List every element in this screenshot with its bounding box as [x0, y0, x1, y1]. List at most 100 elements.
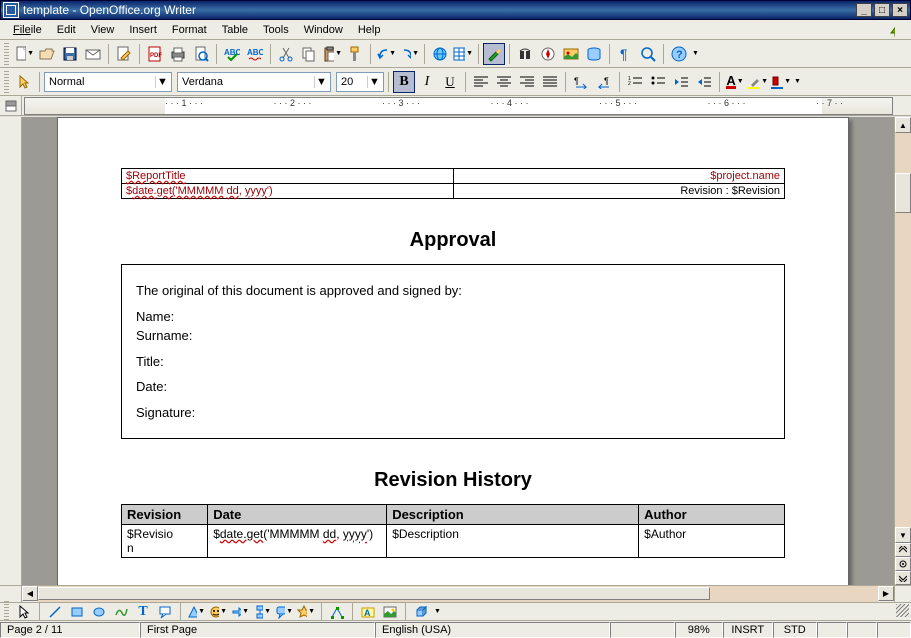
- preview-button[interactable]: [190, 43, 212, 65]
- fontwork-icon[interactable]: A: [358, 604, 378, 620]
- style-combo[interactable]: Normal▼: [44, 72, 172, 92]
- ellipse-tool-icon[interactable]: [89, 604, 109, 620]
- email-button[interactable]: [82, 43, 104, 65]
- toolbar-overflow[interactable]: ▼: [793, 78, 801, 85]
- menu-insert[interactable]: Insert: [122, 22, 164, 38]
- toolbar-overflow[interactable]: ▼: [433, 608, 441, 615]
- underline-button[interactable]: U: [439, 71, 461, 93]
- field-project-name[interactable]: $project.name: [710, 170, 780, 182]
- freeform-tool-icon[interactable]: [111, 604, 131, 620]
- help-button[interactable]: ?: [668, 43, 690, 65]
- font-combo[interactable]: Verdana▼: [177, 72, 331, 92]
- align-left-button[interactable]: [470, 71, 492, 93]
- menu-table[interactable]: Table: [215, 22, 255, 38]
- scroll-up-button[interactable]: ▲: [895, 117, 911, 133]
- basic-shapes-icon[interactable]: ▼: [186, 604, 206, 620]
- open-button[interactable]: [36, 43, 58, 65]
- datasources-button[interactable]: [583, 43, 605, 65]
- text-tool-icon[interactable]: T: [133, 604, 153, 620]
- new-doc-button[interactable]: ▼: [13, 43, 35, 65]
- print-button[interactable]: [167, 43, 189, 65]
- nav-prev-button[interactable]: [895, 543, 911, 557]
- indent-dec-button[interactable]: [670, 71, 692, 93]
- from-file-icon[interactable]: [380, 604, 400, 620]
- gallery-button[interactable]: [560, 43, 582, 65]
- scroll-thumb[interactable]: [895, 173, 911, 213]
- field-report-title[interactable]: $ReportTitle: [126, 170, 186, 182]
- line-tool-icon[interactable]: [45, 604, 65, 620]
- menu-window[interactable]: Window: [297, 22, 350, 38]
- cell-date[interactable]: $date.get('MMMMM dd, yyyy'): [208, 525, 387, 558]
- update-icon[interactable]: [881, 19, 903, 41]
- callout-tool-icon[interactable]: [155, 604, 175, 620]
- rtl-button[interactable]: ¶: [593, 71, 615, 93]
- approval-surname[interactable]: Surname:: [136, 326, 770, 346]
- hyperlink-button[interactable]: [429, 43, 451, 65]
- status-style[interactable]: First Page: [140, 622, 375, 638]
- toolbar-handle[interactable]: [4, 43, 9, 65]
- menu-view[interactable]: View: [84, 22, 122, 38]
- nonprint-button[interactable]: ¶: [614, 43, 636, 65]
- field-revision-label[interactable]: Revision : $Revision: [680, 185, 780, 197]
- arrows-icon[interactable]: ▼: [230, 604, 250, 620]
- flowchart-icon[interactable]: ▼: [252, 604, 272, 620]
- menu-file[interactable]: Fileile: [6, 22, 49, 38]
- approval-box[interactable]: The original of this document is approve…: [121, 264, 785, 439]
- save-button[interactable]: [59, 43, 81, 65]
- resize-grip[interactable]: [896, 604, 909, 617]
- horizontal-ruler[interactable]: · · · 1 · · · · · · 2 · · · · · · 3 · · …: [24, 97, 893, 115]
- rect-tool-icon[interactable]: [67, 604, 87, 620]
- maximize-button[interactable]: □: [874, 3, 890, 17]
- indent-inc-button[interactable]: [693, 71, 715, 93]
- points-icon[interactable]: [327, 604, 347, 620]
- autospell-button[interactable]: ABC: [244, 43, 266, 65]
- ruler-corner-icon[interactable]: [0, 96, 22, 115]
- hscroll-thumb[interactable]: [38, 587, 710, 600]
- spellcheck-button[interactable]: ABC: [221, 43, 243, 65]
- toolbar-overflow[interactable]: ▼: [691, 50, 699, 57]
- nav-next-button[interactable]: [895, 571, 911, 585]
- approval-intro[interactable]: The original of this document is approve…: [136, 281, 770, 301]
- find-button[interactable]: [514, 43, 536, 65]
- align-right-button[interactable]: [516, 71, 538, 93]
- size-combo[interactable]: 20▼: [336, 72, 384, 92]
- scroll-left-button[interactable]: ◀: [22, 586, 38, 601]
- zoom-button[interactable]: [637, 43, 659, 65]
- status-std[interactable]: STD: [773, 622, 817, 638]
- minimize-button[interactable]: _: [856, 3, 872, 17]
- align-justify-button[interactable]: [539, 71, 561, 93]
- bold-button[interactable]: B: [393, 71, 415, 93]
- bullets-button[interactable]: [647, 71, 669, 93]
- approval-heading[interactable]: Approval: [121, 229, 785, 252]
- pdf-export-button[interactable]: PDF: [144, 43, 166, 65]
- bg-color-button[interactable]: ▼: [770, 71, 792, 93]
- show-draw-button[interactable]: [483, 43, 505, 65]
- stars-icon[interactable]: ▼: [296, 604, 316, 620]
- extrusion-icon[interactable]: [411, 604, 431, 620]
- nav-target-button[interactable]: [895, 557, 911, 571]
- revision-table[interactable]: Revision Date Description Author $Revisi…: [121, 504, 785, 558]
- ltr-button[interactable]: ¶: [570, 71, 592, 93]
- cursor-icon[interactable]: [13, 71, 35, 93]
- callouts-icon[interactable]: ▼: [274, 604, 294, 620]
- cell-author[interactable]: $Author: [639, 525, 785, 558]
- align-center-button[interactable]: [493, 71, 515, 93]
- scroll-down-button[interactable]: ▼: [895, 527, 911, 543]
- redo-button[interactable]: ▼: [398, 43, 420, 65]
- cut-button[interactable]: [275, 43, 297, 65]
- highlight-button[interactable]: ▼: [747, 71, 769, 93]
- page[interactable]: $ReportTitle $project.name $date.get('MM…: [57, 117, 849, 585]
- status-page[interactable]: Page 2 / 11: [0, 622, 140, 638]
- menu-format[interactable]: Format: [165, 22, 214, 38]
- status-zoom[interactable]: 98%: [675, 622, 723, 638]
- revhist-heading[interactable]: Revision History: [121, 469, 785, 492]
- font-color-button[interactable]: A▼: [724, 71, 746, 93]
- vertical-scrollbar[interactable]: ▲ ▼: [894, 117, 911, 585]
- document-canvas[interactable]: $ReportTitle $project.name $date.get('MM…: [22, 117, 894, 585]
- table-button[interactable]: ▼: [452, 43, 474, 65]
- copy-button[interactable]: [298, 43, 320, 65]
- approval-date[interactable]: Date:: [136, 377, 770, 397]
- close-button[interactable]: ×: [892, 3, 908, 17]
- toolbar-handle[interactable]: [4, 71, 9, 93]
- horizontal-scrollbar[interactable]: ◀ ▶: [0, 585, 911, 602]
